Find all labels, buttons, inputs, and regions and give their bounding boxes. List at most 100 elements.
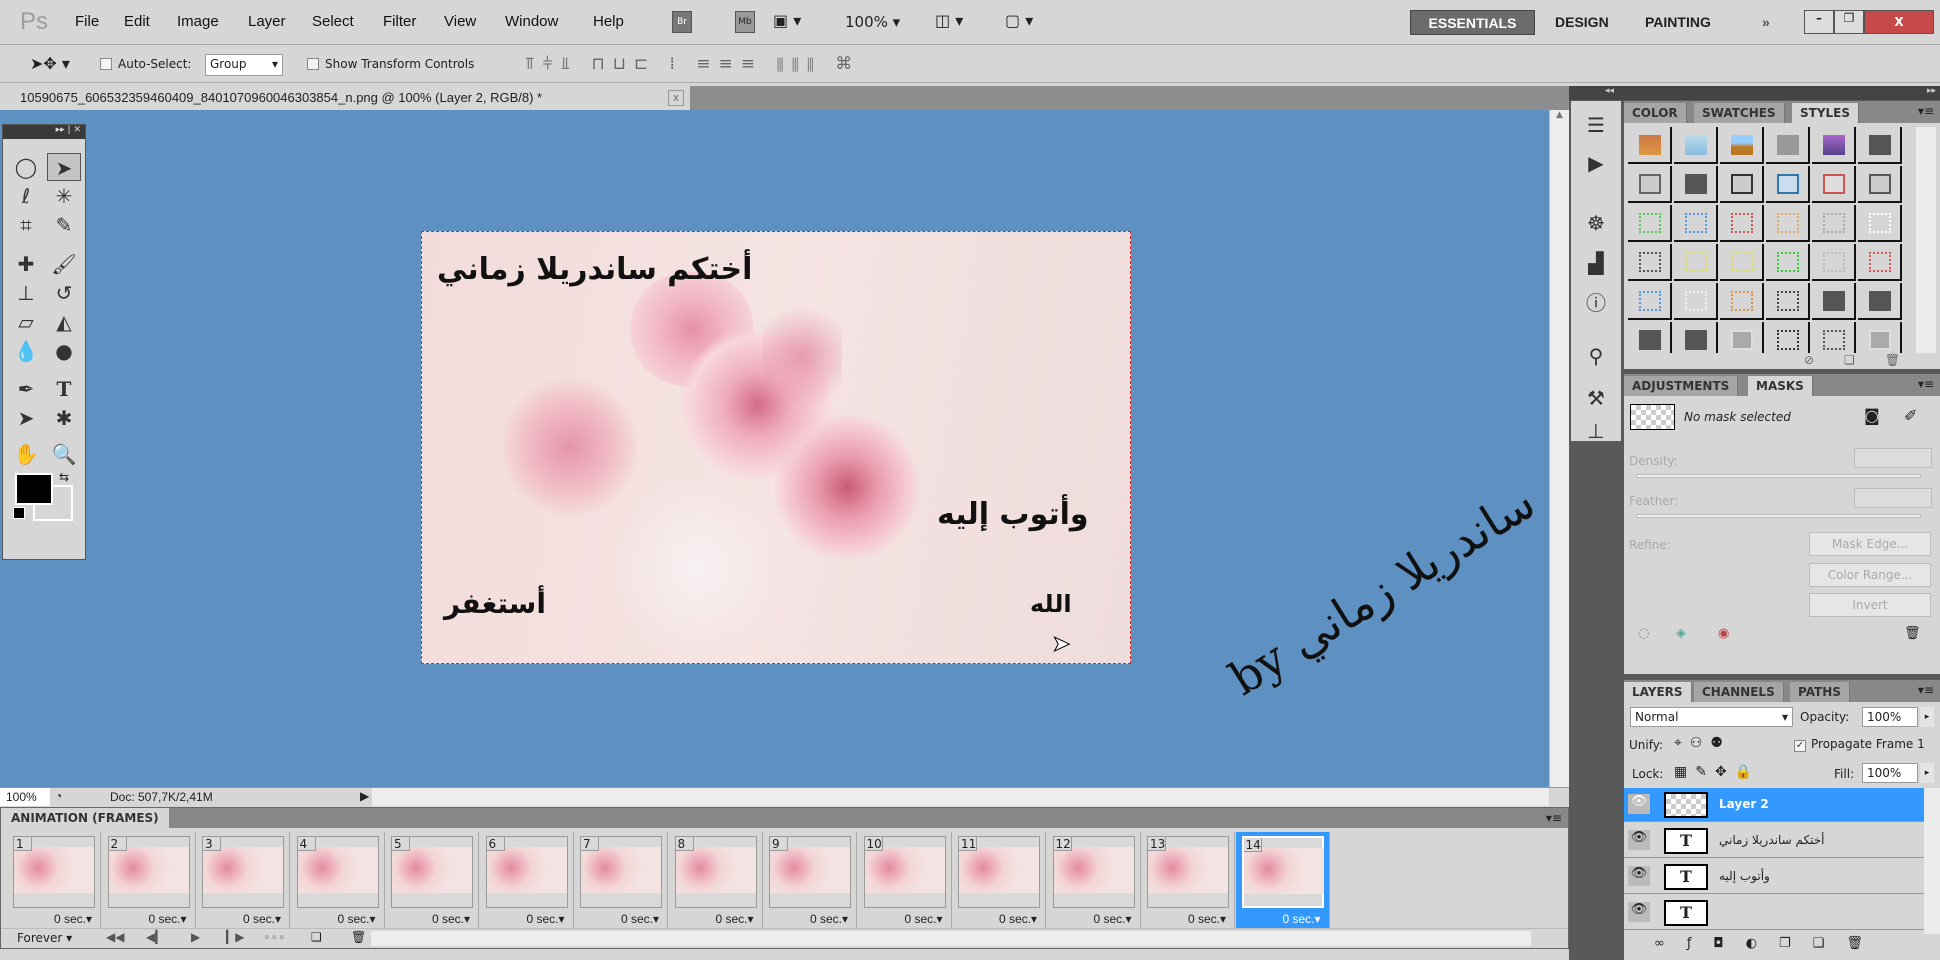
history-brush-tool-icon[interactable]: ↺ (47, 279, 81, 307)
style-swatch[interactable] (1628, 283, 1672, 320)
layer-row[interactable]: 👁 Layer 2 (1624, 788, 1924, 822)
animation-frame[interactable]: 8 0 sec.▾ (669, 832, 763, 928)
menu-file[interactable]: File (75, 13, 99, 30)
style-swatch[interactable] (1628, 166, 1672, 203)
menu-view[interactable]: View (444, 13, 476, 30)
brushes-panel-icon[interactable]: ⚲ (1581, 344, 1611, 370)
color-range-button[interactable]: Color Range... (1809, 563, 1931, 587)
blend-mode-dropdown[interactable]: Normal ▾ (1630, 707, 1793, 727)
swap-colors-icon[interactable]: ⇆ (59, 470, 69, 484)
dodge-tool-icon[interactable]: ● (47, 337, 81, 365)
menu-layer[interactable]: Layer (248, 13, 286, 30)
next-frame-button[interactable]: ▎▶ (226, 930, 244, 944)
style-swatch[interactable] (1766, 127, 1810, 164)
invert-button[interactable]: Invert (1809, 593, 1931, 617)
style-swatch[interactable] (1812, 322, 1856, 353)
style-swatch[interactable] (1858, 166, 1902, 203)
style-swatch[interactable] (1858, 127, 1902, 164)
foreground-color-swatch[interactable] (15, 473, 53, 505)
delete-mask-icon[interactable]: 🗑 (1904, 626, 1921, 641)
paint-bucket-tool-icon[interactable]: ◭ (47, 308, 81, 336)
actions-panel-icon[interactable]: ▶ (1581, 151, 1611, 177)
pen-tool-icon[interactable]: ✒ (9, 375, 43, 403)
frame-delay-dropdown[interactable]: 0 sec.▾ (243, 912, 281, 926)
propagate-checkbox[interactable]: ✓ (1794, 737, 1806, 752)
style-swatch[interactable] (1812, 205, 1856, 242)
layer-name[interactable]: Layer 2 (1719, 797, 1769, 811)
style-swatch[interactable] (1766, 244, 1810, 281)
animation-tab[interactable]: ANIMATION (FRAMES) (1, 808, 169, 828)
transform-controls-checkbox[interactable] (307, 58, 319, 73)
style-swatch[interactable] (1720, 283, 1764, 320)
layer-row[interactable]: 👁 T وأتوب إليه (1624, 860, 1924, 894)
style-swatch[interactable] (1674, 244, 1718, 281)
animation-frame[interactable]: 12 0 sec.▾ (1047, 832, 1141, 928)
first-frame-button[interactable]: ◀◀ (106, 930, 124, 944)
arrange-documents-icon[interactable]: ◫ ▾ (935, 11, 963, 30)
layer-name[interactable]: وأتوب إليه (1719, 869, 1770, 883)
visibility-eye-icon[interactable]: 👁 (1628, 794, 1650, 814)
healing-brush-tool-icon[interactable]: ✚ (9, 250, 43, 278)
frame-delay-dropdown[interactable]: 0 sec.▾ (148, 912, 186, 926)
style-swatch[interactable] (1674, 322, 1718, 353)
type-tool-icon[interactable]: T (47, 375, 81, 403)
move-tool-preset-icon[interactable]: ➤✥ ▾ (30, 54, 70, 73)
menu-filter[interactable]: Filter (383, 13, 416, 30)
move-tool-icon[interactable]: ➤ (47, 153, 81, 181)
style-swatch[interactable] (1720, 127, 1764, 164)
animation-frame[interactable]: 13 0 sec.▾ (1141, 832, 1235, 928)
style-swatch[interactable] (1674, 166, 1718, 203)
dock-header[interactable]: ◂◂ ▸▸ (1569, 86, 1940, 100)
add-pixel-mask-icon[interactable]: ◙ (1864, 406, 1880, 425)
animation-frame[interactable]: 6 0 sec.▾ (480, 832, 574, 928)
workspace-essentials[interactable]: ESSENTIALS (1410, 10, 1535, 35)
path-selection-tool-icon[interactable]: ➤ (9, 404, 43, 432)
style-swatch[interactable] (1628, 205, 1672, 242)
style-swatch[interactable] (1858, 244, 1902, 281)
tween-button[interactable]: ∘∘∘ (263, 930, 286, 944)
feather-slider[interactable] (1636, 514, 1921, 518)
document-tab[interactable]: 10590675_606532359460409_840107096004630… (0, 86, 690, 110)
add-vector-mask-icon[interactable]: ✐ (1904, 406, 1917, 425)
style-swatch[interactable] (1720, 166, 1764, 203)
duplicate-frame-button[interactable]: ❏ (311, 930, 322, 944)
style-swatch[interactable] (1766, 205, 1810, 242)
panel-menu-icon[interactable]: ▾≡ (1918, 683, 1934, 697)
visibility-eye-icon[interactable]: 👁 (1628, 866, 1650, 886)
status-menu-arrow[interactable]: ▶ (360, 789, 369, 803)
play-button[interactable]: ▶ (191, 930, 200, 944)
canvas-vertical-scrollbar[interactable]: ▲ (1549, 110, 1569, 787)
frame-delay-dropdown[interactable]: 0 sec.▾ (1188, 912, 1226, 926)
animation-frame[interactable]: 3 0 sec.▾ (196, 832, 290, 928)
animation-frame[interactable]: 14 0 sec.▾ (1235, 832, 1330, 928)
clone-stamp-tool-icon[interactable]: ⊥ (9, 279, 43, 307)
styles-scrollbar[interactable] (1916, 127, 1936, 353)
histogram-panel-icon[interactable]: ▟ (1581, 251, 1611, 277)
status-icon[interactable]: ◔ (55, 789, 62, 803)
document-image[interactable]: أختكم ساندريلا زماني وأتوب إليه أستغفر ا… (421, 231, 1131, 664)
mask-edge-button[interactable]: Mask Edge... (1809, 532, 1931, 556)
animation-frame[interactable]: 1 0 sec.▾ (7, 832, 101, 928)
fill-field[interactable]: 100% (1862, 763, 1918, 783)
align-buttons[interactable]: ⫪⫩⫫ ⊓⊔⊏ ⁞ ≡≡≡ ⫴⫴⫴ ⌘ (525, 54, 860, 74)
delete-frame-button[interactable]: 🗑 (351, 930, 366, 944)
frame-delay-dropdown[interactable]: 0 sec.▾ (810, 912, 848, 926)
frames-scrollbar[interactable] (371, 931, 1531, 946)
clone-source-panel-icon[interactable]: ⊥ (1581, 419, 1611, 445)
disable-mask-icon[interactable]: ◉ (1718, 626, 1729, 641)
tab-masks[interactable]: MASKS (1748, 376, 1813, 396)
feather-field[interactable] (1854, 488, 1932, 508)
eyedropper-tool-icon[interactable]: ✎ (47, 211, 81, 239)
eraser-tool-icon[interactable]: ▱ (9, 308, 43, 336)
close-window-button[interactable]: X (1864, 10, 1934, 34)
menu-select[interactable]: Select (312, 13, 354, 30)
workspace-design[interactable]: DESIGN (1555, 10, 1609, 35)
brush-tool-icon[interactable]: 🖌 (47, 250, 81, 278)
frame-delay-dropdown[interactable]: 0 sec.▾ (432, 912, 470, 926)
style-swatch[interactable] (1674, 283, 1718, 320)
style-swatch[interactable] (1720, 244, 1764, 281)
opacity-field[interactable]: 100% (1862, 707, 1918, 727)
magic-wand-tool-icon[interactable]: ✳ (47, 182, 81, 210)
style-swatch[interactable] (1674, 205, 1718, 242)
layer-row[interactable]: 👁 T أختكم ساندريلا زماني (1624, 824, 1924, 858)
